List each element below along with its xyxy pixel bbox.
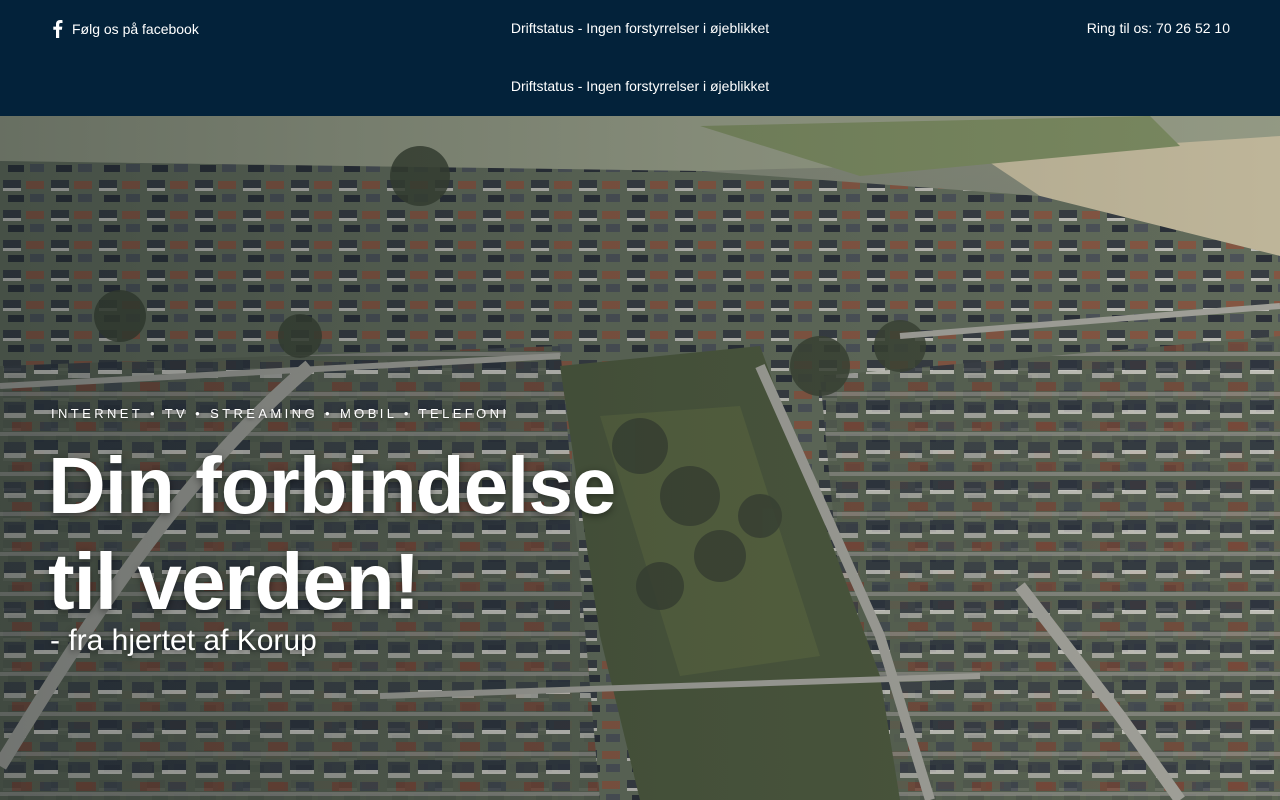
operation-status-secondary: Driftstatus - Ingen forstyrrelser i øjeb… xyxy=(0,78,1280,94)
top-bar: Følg os på facebook Driftstatus - Ingen … xyxy=(0,0,1280,116)
operation-status-link[interactable]: Driftstatus - Ingen forstyrrelser i øjeb… xyxy=(511,20,769,36)
phone-link[interactable]: Ring til os: 70 26 52 10 xyxy=(1087,20,1230,36)
operation-status-secondary-link[interactable]: Driftstatus - Ingen forstyrrelser i øjeb… xyxy=(511,78,769,94)
hero-subline: - fra hjertet af Korup xyxy=(50,624,317,657)
hero-headline: Din forbindelse til verden! xyxy=(48,438,616,630)
services-eyebrow: INTERNET • TV • STREAMING • MOBIL • TELE… xyxy=(51,406,510,421)
hero-section: INTERNET • TV • STREAMING • MOBIL • TELE… xyxy=(0,116,1280,800)
hero-headline-line-2: til verden! xyxy=(48,537,420,626)
hero-headline-line-1: Din forbindelse xyxy=(48,441,616,530)
